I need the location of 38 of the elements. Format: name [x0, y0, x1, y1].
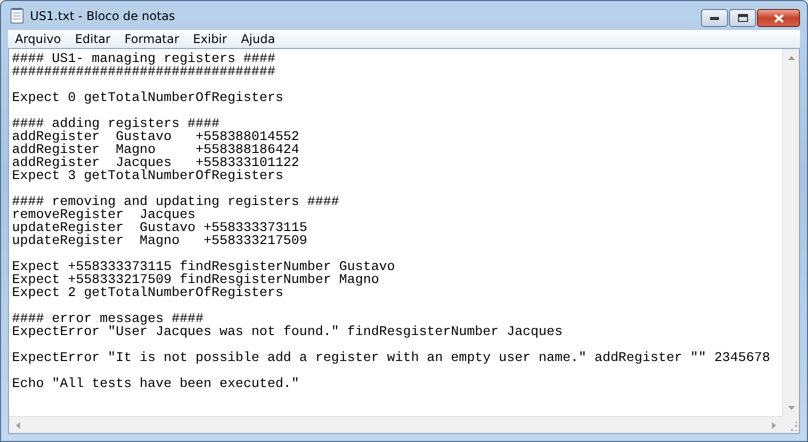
text-line: addRegister Magno +558388186424 [12, 143, 300, 156]
text-line: Echo "All tests have been executed." [12, 377, 300, 390]
text-line: Expect 0 getTotalNumberOfRegisters [12, 91, 284, 104]
text-line: Expect +558333217509 findResgisterNumber Magno [12, 273, 380, 286]
maximize-button[interactable] [729, 9, 756, 27]
maximize-icon [738, 14, 748, 22]
scroll-left-icon [16, 422, 20, 428]
menu-item[interactable]: Exibir [186, 32, 234, 46]
notepad-icon [10, 8, 24, 24]
minimize-button[interactable] [701, 9, 728, 27]
text-line: #### adding registers #### [12, 117, 220, 130]
window-title: US1.txt - Bloco de notas [30, 8, 176, 22]
close-button[interactable] [757, 9, 800, 27]
horizontal-scrollbar[interactable] [9, 416, 782, 433]
text-line: #### error messages #### [12, 312, 205, 325]
text-line: ExpectError "User Jacques was not found." findResgisterNumber Jacques [12, 325, 564, 338]
menu-item[interactable]: Formatar [117, 32, 186, 46]
text-line: updateRegister Gustavo +558333373115 [12, 221, 308, 234]
scroll-up-icon [788, 56, 795, 60]
text-line: Expect 3 getTotalNumberOfRegisters [12, 169, 284, 182]
close-icon [774, 14, 784, 22]
text-line: Expect 2 getTotalNumberOfRegisters [12, 286, 284, 299]
text-line: #### US1- managing registers #### [12, 52, 276, 65]
menu-item[interactable]: Arquivo [8, 32, 68, 46]
menu-item[interactable]: Editar [68, 32, 118, 46]
minimize-icon [710, 16, 719, 20]
text-line: addRegister Jacques +558333101122 [12, 156, 300, 169]
text-line: ################################# [12, 65, 276, 78]
vertical-scrollbar[interactable] [782, 49, 799, 416]
text-line: #### removing and updating registers #### [12, 195, 340, 208]
scroll-right-icon [772, 422, 776, 428]
text-line: updateRegister Magno +558333217509 [12, 234, 308, 247]
text-line: Expect +558333373115 findResgisterNumber Gustavo [12, 260, 396, 273]
text-line: addRegister Gustavo +558388014552 [12, 130, 300, 143]
scroll-down-icon [788, 406, 795, 410]
text-line: removeRegister Jacques [12, 208, 196, 221]
text-line: ExpectError "It is not possible add a register with an empty user name." addRegister "" 2345678 [12, 351, 772, 364]
menu-item[interactable]: Ajuda [234, 32, 282, 46]
